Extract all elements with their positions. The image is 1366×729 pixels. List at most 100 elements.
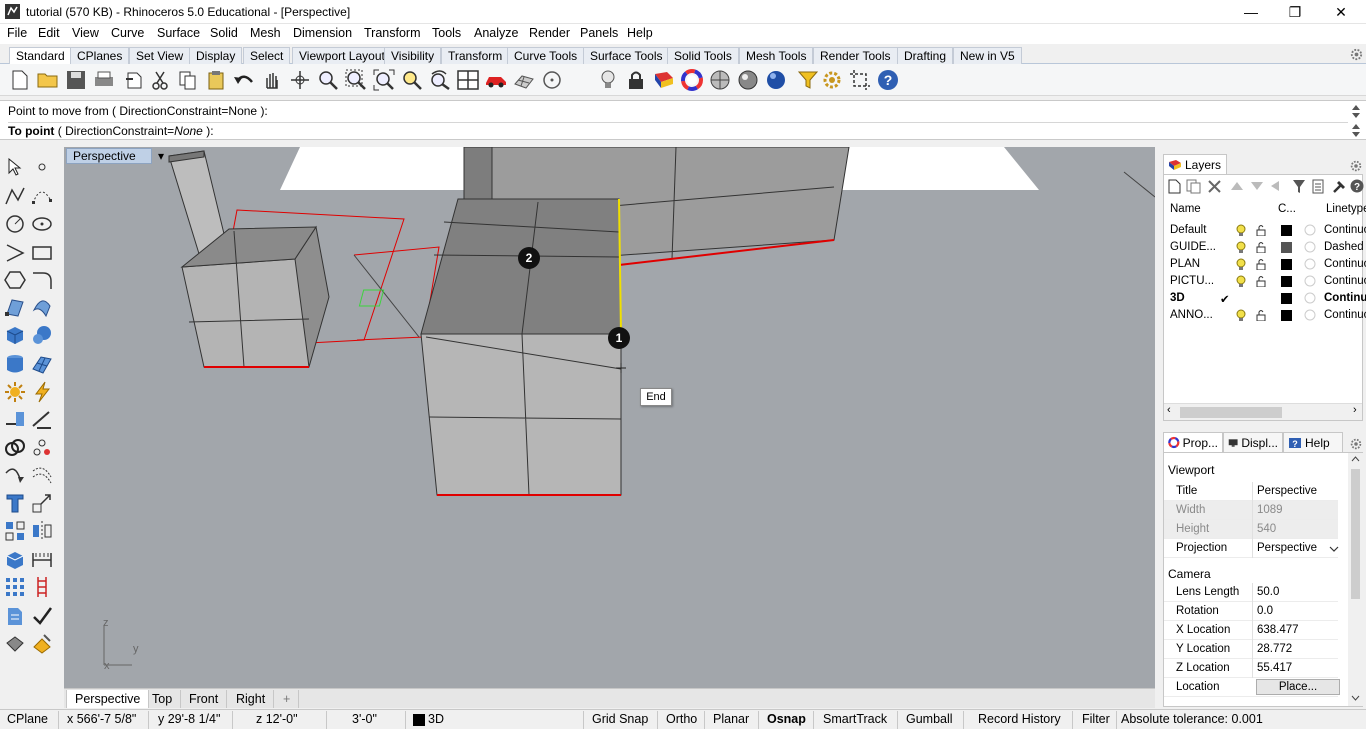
grid-snap-toggle[interactable]: Grid Snap — [592, 712, 648, 726]
unlocked-icon[interactable] — [1256, 224, 1266, 236]
layer-tools-icon[interactable] — [1312, 179, 1324, 194]
column-linetype[interactable]: Linetype — [1326, 203, 1366, 215]
property-value[interactable]: 50.0 — [1252, 583, 1338, 602]
new-file-icon[interactable] — [8, 68, 32, 92]
main-block-front[interactable] — [420, 333, 622, 496]
mirror-tool-icon[interactable] — [30, 519, 54, 543]
lock-icon[interactable] — [624, 68, 648, 92]
layer-color-swatch[interactable] — [1281, 225, 1292, 236]
copy-icon[interactable] — [176, 68, 200, 92]
trim-tool-icon[interactable] — [30, 407, 54, 431]
move-out-icon[interactable] — [1270, 180, 1280, 192]
projection-dropdown-chevron-down-icon[interactable] — [1328, 543, 1340, 555]
command-prompt[interactable]: To point ( DirectionConstraint=None ): — [8, 122, 1348, 138]
layer-color-swatch[interactable] — [1281, 242, 1292, 253]
check-tool-icon[interactable] — [30, 604, 54, 628]
paint-tool-icon[interactable] — [30, 632, 54, 656]
layers-help-icon[interactable]: ? — [1350, 179, 1364, 193]
menu-view[interactable]: View — [72, 26, 99, 40]
print-icon[interactable] — [92, 68, 116, 92]
layers-settings-gear-icon[interactable] — [1349, 159, 1363, 173]
mesh-icon[interactable] — [512, 68, 536, 92]
surface-tools-icon[interactable] — [30, 295, 54, 319]
layer-row[interactable]: PLAN Continuo — [1164, 256, 1366, 273]
move-up-icon[interactable] — [1230, 181, 1244, 191]
cylinder-solid-icon[interactable] — [3, 352, 27, 376]
boolean-union-icon[interactable] — [3, 436, 27, 460]
ladder-tool-icon[interactable] — [30, 575, 54, 599]
layer-filter-icon[interactable] — [1292, 179, 1306, 194]
import-icon[interactable] — [122, 68, 146, 92]
viewport-title[interactable]: Perspective ▾ — [66, 148, 164, 164]
undo-icon[interactable] — [232, 68, 256, 92]
text-tool-icon[interactable] — [3, 491, 27, 515]
zoom-icon[interactable] — [316, 68, 340, 92]
render-tool-icon[interactable] — [3, 632, 27, 656]
menu-mesh[interactable]: Mesh — [250, 26, 281, 40]
layer-hammer-icon[interactable] — [1332, 179, 1347, 194]
dimension-tool-icon[interactable] — [30, 548, 54, 572]
tab-curve-tools[interactable]: Curve Tools — [507, 47, 585, 64]
layer-row[interactable]: GUIDE... Dashed — [1164, 239, 1364, 256]
tab-front[interactable]: Front — [181, 690, 228, 708]
light-tool-icon[interactable] — [3, 380, 27, 404]
property-value[interactable]: 28.772 — [1252, 640, 1338, 659]
prompt-option-direction-constraint[interactable]: DirectionConstraint — [65, 124, 167, 138]
unlocked-icon[interactable] — [1256, 241, 1266, 253]
menu-surface[interactable]: Surface — [157, 26, 200, 40]
offset-curve-icon[interactable] — [30, 464, 54, 488]
property-value[interactable]: 0.0 — [1252, 602, 1338, 621]
array-tool-icon[interactable] — [3, 575, 27, 599]
print-color-circle-icon[interactable] — [1304, 224, 1316, 236]
tab-perspective[interactable]: Perspective — [66, 690, 150, 708]
block-tool-icon[interactable] — [3, 548, 27, 572]
place-button[interactable]: Place... — [1256, 679, 1340, 695]
circle-icon[interactable] — [540, 68, 564, 92]
column-name[interactable]: Name — [1170, 203, 1201, 215]
property-value[interactable]: 55.417 — [1252, 659, 1338, 678]
blue-sphere-icon[interactable] — [764, 68, 788, 92]
record-history-toggle[interactable]: Record History — [978, 712, 1061, 726]
arc-tool-icon[interactable] — [3, 241, 27, 265]
smarttrack-toggle[interactable]: SmartTrack — [823, 712, 887, 726]
mesh-plane-icon[interactable] — [30, 352, 54, 376]
prompt-option-value[interactable]: None — [174, 124, 203, 138]
layer-color-swatch[interactable] — [1281, 293, 1292, 304]
help-icon[interactable]: ? — [876, 68, 900, 92]
circle-tool-icon[interactable] — [3, 212, 27, 236]
property-value[interactable]: 638.477 — [1252, 621, 1338, 640]
layer-row[interactable]: Default Continuo — [1164, 222, 1366, 239]
chevron-down-icon[interactable]: ▾ — [158, 149, 164, 163]
layer-row[interactable]: 3D ✔ Continu — [1164, 290, 1366, 307]
scroll-left-icon[interactable]: ‹ — [1167, 404, 1171, 416]
light-bulb-icon[interactable] — [1236, 309, 1246, 322]
sphere-solid-icon[interactable] — [30, 323, 54, 347]
open-file-icon[interactable] — [36, 68, 60, 92]
tab-select[interactable]: Select — [243, 47, 291, 64]
group-tool-icon[interactable] — [3, 519, 27, 543]
unlocked-icon[interactable] — [1256, 275, 1266, 287]
layer-color-swatch[interactable] — [1281, 310, 1292, 321]
points-on-icon[interactable] — [30, 436, 54, 460]
add-viewport-tab-button[interactable]: + — [275, 690, 300, 708]
minimize-button[interactable]: — — [1228, 0, 1274, 24]
crop-icon[interactable] — [848, 68, 872, 92]
gear-icon[interactable] — [820, 68, 844, 92]
planar-toggle[interactable]: Planar — [713, 712, 749, 726]
pan-hand-icon[interactable] — [260, 68, 284, 92]
point-icon[interactable] — [30, 155, 54, 179]
prompt-scroll-arrows-icon[interactable] — [1350, 122, 1362, 138]
gumball-toggle[interactable]: Gumball — [906, 712, 953, 726]
camera-property-row[interactable]: Rotation 0.0 — [1164, 602, 1338, 621]
tab-render-tools[interactable]: Render Tools — [813, 47, 898, 64]
menu-help[interactable]: Help — [627, 26, 653, 40]
surface-from-points-icon[interactable] — [3, 295, 27, 319]
save-icon[interactable] — [64, 68, 88, 92]
history-scroll-arrows-icon[interactable] — [1350, 103, 1362, 119]
camera-property-row[interactable]: X Location 638.477 — [1164, 621, 1338, 640]
tab-visibility[interactable]: Visibility — [384, 47, 442, 64]
toolbar-settings-gear-icon[interactable] — [1349, 47, 1364, 62]
four-viewports-icon[interactable] — [456, 68, 480, 92]
ortho-toggle[interactable]: Ortho — [666, 712, 697, 726]
tab-solid-tools[interactable]: Solid Tools — [667, 47, 739, 64]
